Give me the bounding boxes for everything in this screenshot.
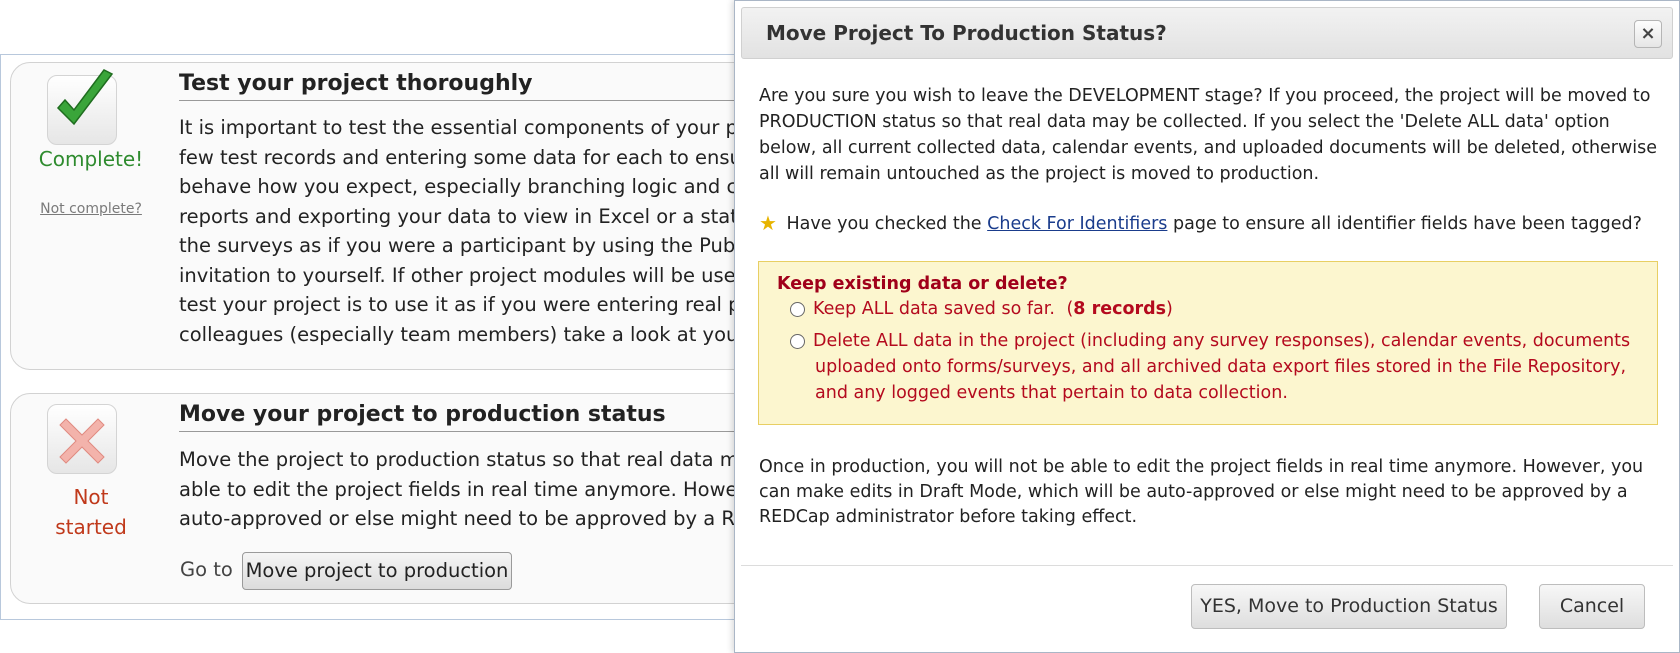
record-count-close: ): [1166, 299, 1173, 319]
text-line: test your project is to use it as if you…: [179, 293, 759, 316]
text-line: Once in production, you will not be able…: [759, 457, 1644, 477]
text-line: colleagues (especially team members) tak…: [179, 322, 759, 346]
text-line: below, all current collected data, calen…: [759, 138, 1658, 158]
record-count: 8 records: [1073, 299, 1167, 319]
text-line: auto-approved or else might need to be a…: [179, 507, 759, 530]
delete-data-radio[interactable]: [790, 334, 805, 349]
text-line: REDCap administrator before taking effec…: [759, 507, 1138, 527]
text-line: able to edit the project fields in real …: [179, 477, 759, 501]
dialog-title: Move Project To Production Status?: [766, 21, 1167, 45]
text-line: reports and exporting your data to view …: [179, 204, 759, 228]
move-to-production-dialog: Move Project To Production Status? × Are…: [734, 0, 1680, 653]
x-mark-icon: [47, 404, 117, 474]
task-card-test-project: Complete! Not complete? Test your projec…: [10, 62, 779, 370]
identifiers-text-after: page to ensure all identifier fields hav…: [1173, 214, 1642, 234]
card-description: It is important to test the essential co…: [179, 113, 759, 349]
delete-data-label[interactable]: Delete ALL data in the project (includin…: [813, 328, 1630, 406]
keep-data-label[interactable]: Keep ALL data saved so far. (8 records): [813, 296, 1173, 322]
goto-label: Go to: [180, 558, 233, 581]
text-line: It is important to test the essential co…: [179, 116, 759, 139]
star-icon: ★: [759, 211, 777, 235]
dialog-divider: [741, 565, 1673, 566]
dialog-intro: Are you sure you wish to leave the DEVEL…: [759, 83, 1659, 187]
card-title: Move your project to production status: [179, 402, 779, 432]
text-line: uploaded onto forms/surveys, and all arc…: [815, 357, 1627, 377]
dialog-footer-text: Once in production, you will not be able…: [759, 455, 1659, 530]
close-icon[interactable]: ×: [1634, 20, 1662, 48]
text-line: behave how you expect, especially branch…: [179, 175, 759, 198]
not-complete-link[interactable]: Not complete?: [11, 201, 171, 217]
card-title: Test your project thoroughly: [179, 71, 779, 101]
identifiers-text-before: Have you checked the: [786, 214, 982, 234]
keep-data-radio[interactable]: [790, 302, 805, 317]
status-complete: Complete!: [38, 147, 144, 171]
text-line: few test records and entering some data …: [179, 145, 759, 169]
cancel-button[interactable]: Cancel: [1539, 584, 1645, 629]
check-identifiers-link[interactable]: Check For Identifiers: [987, 214, 1167, 234]
text-line: and any logged events that pertain to da…: [815, 383, 1288, 403]
text-line: Delete ALL data in the project (includin…: [813, 331, 1631, 351]
text-line: the surveys as if you were a participant…: [179, 234, 759, 257]
text-line: PRODUCTION status so that real data may …: [759, 112, 1610, 132]
confirm-production-button[interactable]: YES, Move to Production Status: [1191, 584, 1507, 629]
move-to-production-button[interactable]: Move project to production: [242, 552, 512, 590]
text-line: Move the project to production status so…: [179, 448, 759, 471]
data-options-box: Keep existing data or delete? Keep ALL d…: [758, 261, 1658, 425]
checkmark-icon: [47, 69, 117, 145]
text-line: can make edits in Draft Mode, which will…: [759, 482, 1628, 502]
card-description: Move the project to production status so…: [179, 445, 759, 534]
text-line: Are you sure you wish to leave the DEVEL…: [759, 86, 1651, 106]
options-title: Keep existing data or delete?: [777, 274, 1068, 294]
status-line: started: [55, 515, 127, 539]
text-line: invitation to yourself. If other project…: [179, 263, 759, 287]
status-not-started: Not started: [11, 482, 171, 542]
keep-data-text: Keep ALL data saved so far.: [813, 299, 1055, 319]
identifiers-check: ★ Have you checked the Check For Identif…: [759, 211, 1642, 235]
text-line: all will remain untouched as the project…: [759, 164, 1320, 184]
dialog-titlebar[interactable]: Move Project To Production Status? ×: [741, 7, 1673, 59]
status-line: Not: [73, 485, 109, 509]
